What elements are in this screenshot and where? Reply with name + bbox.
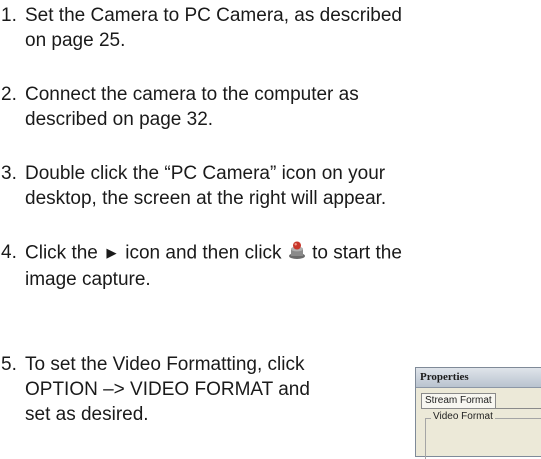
dialog-title: Properties (416, 368, 541, 388)
step-text: Double click the “PC Camera” icon on you… (25, 161, 386, 211)
step-line: on page 25. (25, 30, 126, 51)
step-line: Connect the camera to the computer as (25, 84, 359, 105)
step-text: Click the ► icon and then click to start… (25, 240, 402, 292)
tab-divider (421, 408, 541, 409)
play-icon: ► (103, 243, 120, 263)
step-line: Set the Camera to PC Camera, as describe… (25, 5, 403, 26)
step-number: 3. (1, 163, 17, 184)
step-line: To set the Video Formatting, click (25, 354, 305, 375)
step-4: 4. Click the ► icon and then click to st… (0, 240, 402, 292)
step-line: Click the ► icon and then click to start… (25, 240, 402, 267)
step-3: 3. Double click the “PC Camera” icon on … (0, 161, 386, 211)
step-2: 2. Connect the camera to the computer as… (0, 82, 359, 132)
capture-icon (287, 240, 307, 267)
step-line: set as desired. (25, 404, 149, 425)
step-text: Connect the camera to the computer as de… (25, 82, 359, 132)
tab-stream-format: Stream Format (421, 393, 496, 408)
step-text: To set the Video Formatting, click OPTIO… (25, 352, 310, 427)
step-number: 4. (1, 242, 17, 263)
step-line: described on page 32. (25, 109, 214, 130)
step-line: OPTION –> VIDEO FORMAT and (25, 379, 310, 400)
step-text-fragment: icon and then click (119, 242, 287, 264)
step-line: image capture. (25, 269, 151, 290)
step-1: 1. Set the Camera to PC Camera, as descr… (0, 3, 402, 53)
properties-dialog-screenshot: Properties Stream Format Video Format (415, 367, 541, 459)
step-text-fragment: to start the (306, 242, 402, 264)
step-number: 2. (1, 84, 17, 105)
step-number: 1. (1, 5, 17, 26)
step-number: 5. (1, 354, 17, 375)
step-line: Double click the “PC Camera” icon on you… (25, 163, 386, 184)
step-text: Set the Camera to PC Camera, as describe… (25, 3, 402, 53)
step-5: 5. To set the Video Formatting, click OP… (0, 352, 310, 427)
step-text-fragment: Click the (25, 242, 104, 264)
group-label: Video Format (431, 411, 495, 423)
step-line: desktop, the screen at the right will ap… (25, 188, 387, 209)
